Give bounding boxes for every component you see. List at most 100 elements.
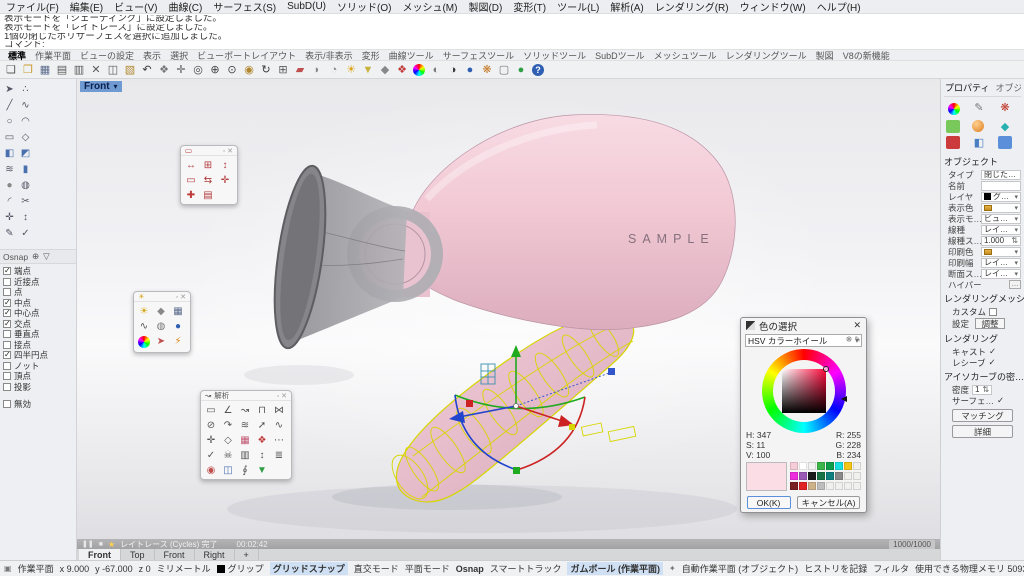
menu-item[interactable]: ヘルプ(H) (817, 0, 861, 14)
undo-icon[interactable]: ↶ (139, 62, 155, 78)
menu-item[interactable]: 製図(D) (468, 0, 502, 14)
copy-icon[interactable]: ◫ (105, 62, 121, 78)
custom-mesh-row[interactable]: カスタム (944, 306, 1021, 317)
menu-item[interactable]: ファイル(F) (6, 0, 59, 14)
sphere-blue-icon[interactable]: ● (462, 62, 478, 78)
color-picker-dialog[interactable]: 色の選択 ✕ HSV カラーホイール ▾ ❋ ✎ (740, 317, 867, 513)
viewport[interactable]: Front▾ (77, 79, 940, 539)
menu-item[interactable]: ウィンドウ(W) (740, 0, 806, 14)
toolbar-tab[interactable]: 表示 (143, 49, 161, 62)
named-view-icon[interactable]: ▰ (292, 62, 308, 78)
select-tool-icon[interactable]: ➤ (2, 82, 17, 97)
menu-item[interactable]: ツール(L) (557, 0, 599, 14)
zoom-selected-icon[interactable]: ◉ (241, 62, 257, 78)
decal-icon[interactable] (946, 136, 960, 149)
osnap-checkbox[interactable] (3, 320, 11, 328)
status-toggle[interactable]: 使用できる物理メモリ 5093 (915, 562, 1024, 575)
dim-ordinate-icon[interactable]: ✛ (217, 173, 233, 187)
grid-icon[interactable]: ⊞ (275, 62, 291, 78)
osnap-checkbox[interactable] (3, 362, 11, 370)
menu-item[interactable]: レンダリング(R) (655, 0, 729, 14)
crosshair-icon[interactable]: ✛ (203, 433, 219, 447)
sphere-matte-icon[interactable]: ◍ (153, 319, 169, 333)
menu-item[interactable]: サーフェス(S) (213, 0, 276, 14)
osnap-checkbox[interactable] (3, 372, 11, 380)
status-toggle[interactable]: 直交モード (354, 562, 399, 575)
fillet-tool-icon[interactable]: ◜ (2, 194, 17, 209)
arc-tool-icon[interactable]: ◠ (18, 114, 33, 129)
layer-select[interactable]: グ…▾ (981, 192, 1021, 202)
toolbar-tab[interactable]: 曲線ツール (389, 49, 434, 62)
menu-item[interactable]: 編集(E) (70, 0, 103, 14)
sphere-tool-icon[interactable]: ● (2, 178, 17, 193)
viewport-tab[interactable]: Front (79, 549, 121, 560)
menu-item[interactable]: 解析(A) (610, 0, 643, 14)
color-mode-select[interactable]: HSV カラーホイール ▾ (745, 334, 862, 347)
toolbar-tab[interactable]: 作業平面 (35, 49, 71, 62)
arrow-analysis-icon[interactable]: ➚ (254, 418, 270, 432)
color-swatch[interactable] (817, 472, 825, 480)
cast-checkmark[interactable]: ✓ (989, 346, 996, 357)
dim-text-icon[interactable]: ▤ (200, 188, 216, 202)
status-item[interactable]: y -67.000 (95, 564, 133, 574)
zoom-icon[interactable]: ◎ (190, 62, 206, 78)
spotlight-icon[interactable]: ▼ (360, 62, 376, 78)
dim-center-mark-icon[interactable]: ✚ (183, 188, 199, 202)
transform-tool-icon[interactable]: ✛ (2, 210, 17, 225)
bulb-icon[interactable]: ☀ (136, 304, 152, 318)
save-icon[interactable]: ▦ (37, 62, 53, 78)
matching-button[interactable]: マッチング (952, 409, 1013, 422)
panel-tab[interactable]: オブジ… (995, 81, 1021, 94)
custom-mesh-checkbox[interactable] (989, 308, 997, 316)
palette-controls[interactable]: ◦ ✕ (277, 392, 287, 400)
color-swatch[interactable] (853, 462, 861, 470)
color-swatch[interactable] (817, 482, 825, 490)
curvature-icon[interactable]: ↷ (220, 418, 236, 432)
analyze-tool-icon[interactable]: ✓ (18, 226, 33, 241)
menu-item[interactable]: 曲線(C) (168, 0, 202, 14)
print-color-select[interactable]: ▾ (981, 247, 1021, 257)
pan-icon[interactable]: ❖ (156, 62, 172, 78)
details-button[interactable]: 詳細 (952, 425, 1013, 438)
mapping-icon[interactable]: ◧ (972, 136, 986, 149)
toolbar-tab[interactable]: 表示/非表示 (305, 49, 353, 62)
display-palette[interactable]: ☀◦ ✕ ☀◆▦∿◍●➤⚡ (133, 291, 191, 353)
material-pencil-icon[interactable]: ✎ (972, 101, 986, 114)
curve-tool-icon[interactable]: ∿ (18, 98, 33, 113)
color-swatch[interactable] (799, 462, 807, 470)
circle-tool-icon[interactable]: ○ (2, 114, 17, 129)
lamp-icon[interactable]: ◆ (377, 62, 393, 78)
viewport-title[interactable]: Front▾ (80, 81, 122, 92)
color-swatch[interactable] (790, 482, 798, 490)
status-item[interactable]: 作業平面 (18, 562, 54, 575)
toolbar-tab[interactable]: レンダリングツール (726, 49, 807, 62)
swirl-icon[interactable]: ❋ (998, 101, 1012, 114)
osnap-checkbox[interactable] (3, 351, 11, 359)
color-swatch[interactable] (799, 472, 807, 480)
dim-vertical-icon[interactable]: ↕ (217, 158, 233, 172)
naked-edge-icon[interactable]: ☠ (220, 448, 236, 462)
receive-checkmark[interactable]: ✓ (989, 357, 996, 368)
scale-tool-icon[interactable]: ↕ (18, 210, 33, 225)
color-swatch[interactable] (790, 462, 798, 470)
osnap-disable-checkbox[interactable] (3, 400, 11, 408)
extrude-tool-icon[interactable]: ◩ (18, 146, 33, 161)
hue-pointer[interactable] (841, 396, 847, 402)
status-toggle[interactable]: 自動作業平面 (オブジェクト) (682, 562, 799, 575)
measure-curve-icon[interactable]: ↝ (237, 403, 253, 417)
dim-aligned-icon[interactable]: ⊞ (200, 158, 216, 172)
render-material-icon[interactable] (972, 120, 984, 132)
osnap-checkbox[interactable] (3, 299, 11, 307)
menu-item[interactable]: 変形(T) (513, 0, 546, 14)
print-icon[interactable]: ▤ (54, 62, 70, 78)
green-tool-icon[interactable]: ▼ (254, 463, 270, 477)
texture-icon[interactable]: ◆ (998, 120, 1012, 133)
pause-icon[interactable]: ❚❚ (82, 540, 94, 548)
palette-controls[interactable]: ◦ ✕ (176, 293, 186, 301)
cage-edit-icon[interactable]: ▢ (496, 62, 512, 78)
color-swatch[interactable] (835, 482, 843, 490)
dim-linear-icon[interactable]: ↔ (183, 158, 199, 172)
current-layer-chip[interactable]: グリップ (217, 562, 264, 575)
sphere-shiny-icon[interactable]: ● (170, 319, 186, 333)
delete-icon[interactable]: ✕ (88, 62, 104, 78)
